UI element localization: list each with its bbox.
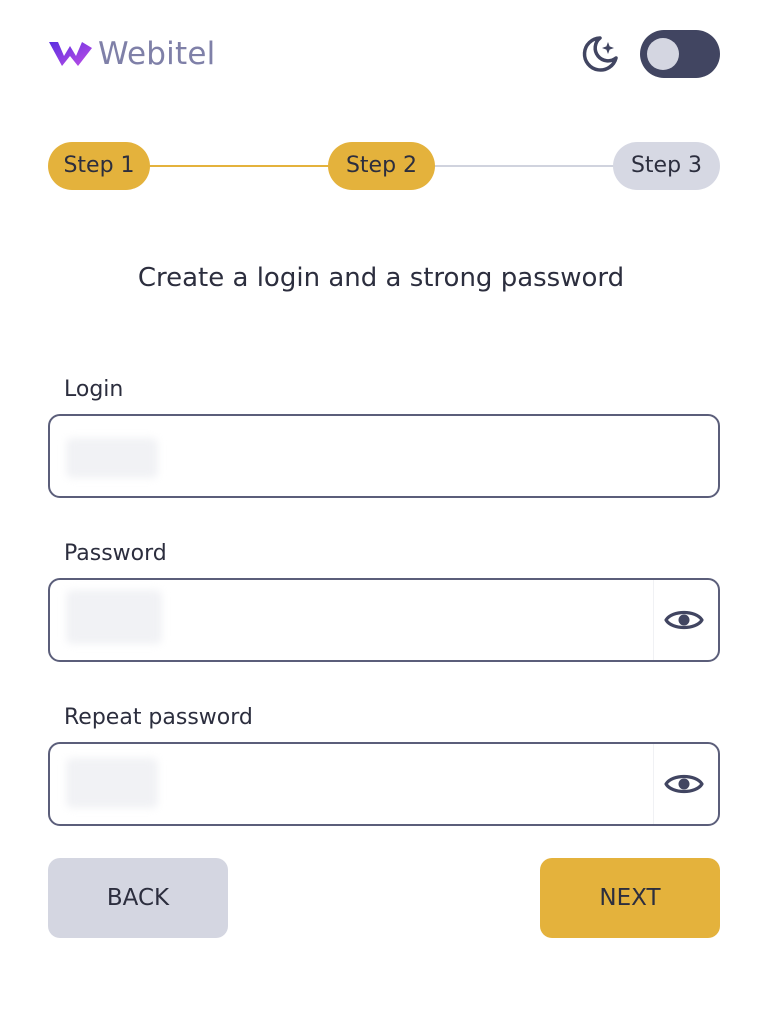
login-input[interactable] (66, 416, 626, 496)
stepper-connector-1 (148, 165, 330, 167)
password-label: Password (64, 541, 167, 566)
registration-page: Webitel Step 1 Step 2 Step 3 Create a lo… (0, 0, 762, 1030)
password-field[interactable] (48, 578, 720, 662)
eye-icon (664, 610, 704, 630)
repeat-password-label: Repeat password (64, 705, 253, 730)
next-button[interactable]: NEXT (540, 858, 720, 938)
show-password-button[interactable] (664, 600, 704, 640)
logo-text: Webitel (98, 36, 216, 72)
login-field[interactable] (48, 414, 720, 498)
field-divider (653, 744, 654, 824)
webitel-logo-mark-icon (49, 42, 92, 66)
step-2-badge: Step 2 (328, 142, 435, 190)
theme-toggle[interactable] (640, 30, 720, 78)
login-label: Login (64, 377, 124, 402)
step-1-badge: Step 1 (48, 142, 150, 190)
toggle-knob (647, 38, 679, 70)
eye-icon (664, 774, 704, 794)
webitel-logo: Webitel (48, 36, 215, 72)
show-repeat-password-button[interactable] (664, 764, 704, 804)
form-heading: Create a login and a strong password (137, 263, 625, 293)
repeat-password-input[interactable] (66, 744, 626, 824)
repeat-password-field[interactable] (48, 742, 720, 826)
step-3-badge: Step 3 (613, 142, 720, 190)
moon-stars-icon[interactable] (578, 32, 622, 76)
stepper-connector-2 (434, 165, 614, 167)
field-divider (653, 580, 654, 660)
back-button[interactable]: BACK (48, 858, 228, 938)
password-input[interactable] (66, 580, 626, 660)
